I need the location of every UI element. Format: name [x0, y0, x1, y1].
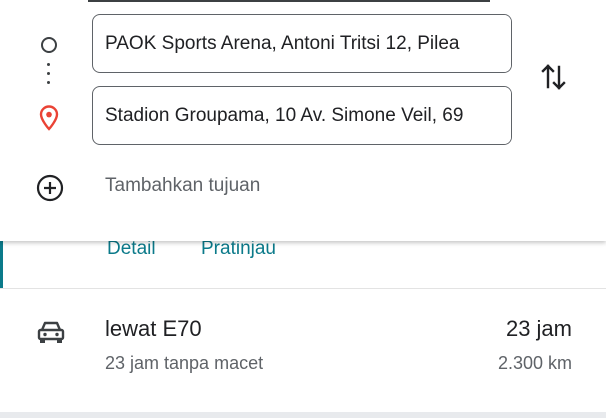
origin-input[interactable] [93, 15, 511, 72]
vertical-dots-icon [47, 63, 51, 93]
destination-field[interactable] [92, 86, 512, 145]
swap-vertical-icon[interactable] [538, 60, 570, 94]
route-divider [0, 288, 606, 289]
origin-field[interactable] [92, 14, 512, 73]
route-distance: 2.300 km [497, 353, 572, 373]
route-name: lewat E70 [105, 316, 202, 341]
bottom-divider [0, 412, 606, 418]
destination-input[interactable] [93, 87, 511, 144]
preview-link[interactable]: Pratinjau [201, 238, 276, 260]
location-pin-icon [39, 105, 59, 131]
car-icon [37, 321, 65, 343]
top-divider [88, 0, 490, 2]
route-traffic-note: 23 jam tanpa macet [105, 353, 264, 373]
selected-route-indicator [0, 241, 3, 288]
add-destination-label[interactable]: Tambahkan tujuan [105, 175, 260, 197]
add-circle-icon[interactable] [35, 173, 65, 203]
origin-circle-icon [41, 37, 57, 53]
directions-panel: Tambahkan tujuan [0, 0, 606, 241]
route-duration: 23 jam [505, 316, 572, 341]
details-link[interactable]: Detail [107, 238, 156, 260]
